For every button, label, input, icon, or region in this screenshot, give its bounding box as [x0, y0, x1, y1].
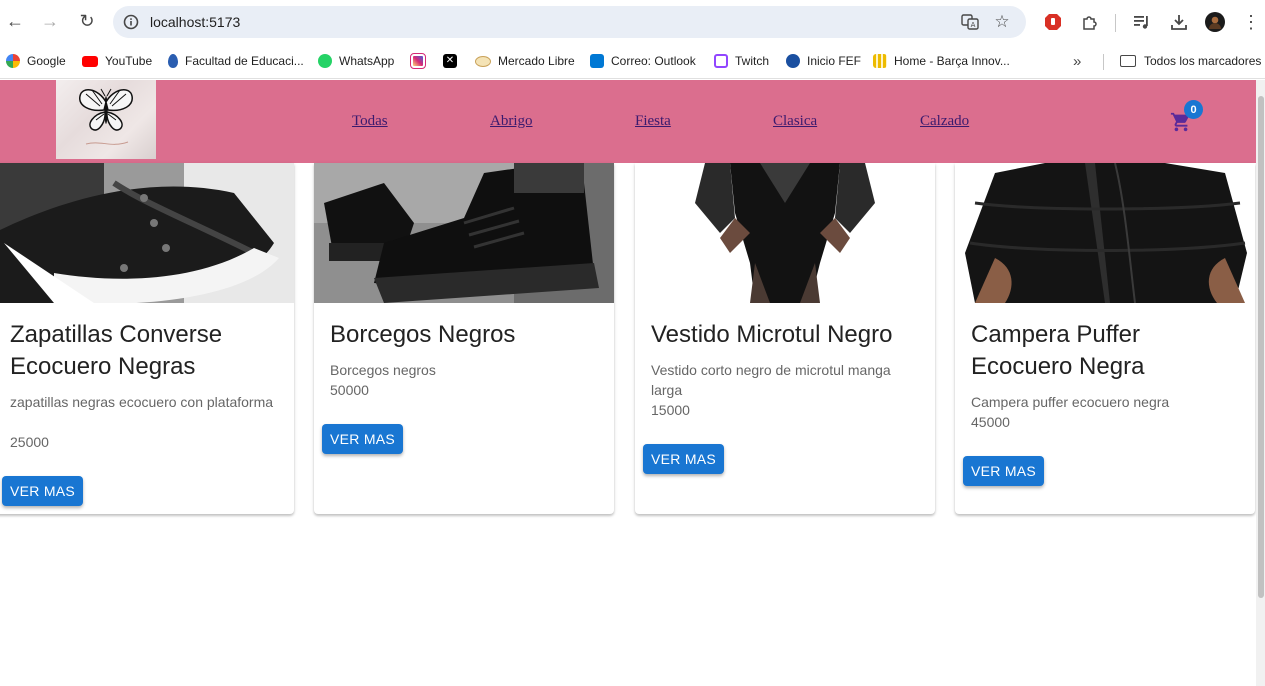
bookmark-label: Home - Barça Innov... — [894, 54, 1010, 68]
bookmark-outlook[interactable]: Correo: Outlook — [590, 52, 696, 70]
bookmark-label: Correo: Outlook — [611, 54, 696, 68]
x-icon: ✕ — [443, 54, 457, 68]
google-icon — [6, 54, 20, 68]
folder-icon — [1120, 55, 1136, 67]
bookmark-fef[interactable]: Inicio FEF — [786, 52, 861, 70]
shield-icon — [786, 54, 800, 68]
bookmark-label: Facultad de Educaci... — [185, 54, 304, 68]
bookmark-whatsapp[interactable]: WhatsApp — [318, 52, 394, 70]
butterfly-logo[interactable] — [56, 80, 156, 159]
outlook-icon — [590, 54, 604, 68]
nav-link-abrigo[interactable]: Abrigo — [490, 113, 533, 130]
profile-avatar[interactable] — [1204, 11, 1226, 33]
product-price: 50000 — [330, 382, 369, 398]
nav-link-clasica[interactable]: Clasica — [773, 113, 817, 130]
bookmark-google[interactable]: Google — [6, 52, 66, 70]
product-image-sneakers[interactable] — [0, 163, 294, 303]
bookmark-mercadolibre[interactable]: Mercado Libre — [475, 52, 575, 70]
product-image-dress[interactable] — [635, 163, 935, 303]
ver-mas-button[interactable]: VER MAS — [643, 444, 724, 474]
product-description: Borcegos negros — [330, 362, 436, 378]
product-title: Campera Puffer Ecocuero Negra — [971, 321, 1145, 380]
bookmark-facultad[interactable]: Facultad de Educaci... — [168, 52, 304, 70]
ver-mas-button[interactable]: VER MAS — [322, 424, 403, 454]
download-icon[interactable] — [1168, 11, 1190, 33]
browser-toolbar: ← → ↻ localhost:5173 A ☆ ⋮ — [0, 0, 1265, 44]
extensions-puzzle-icon[interactable] — [1079, 11, 1101, 33]
forward-icon[interactable]: → — [39, 10, 61, 32]
bookmark-youtube[interactable]: YouTube — [82, 52, 152, 70]
nav-link-todas[interactable]: Todas — [352, 113, 388, 130]
nav-link-calzado[interactable]: Calzado — [920, 113, 969, 130]
scrollbar-thumb[interactable] — [1258, 96, 1264, 598]
svg-text:A: A — [971, 21, 976, 29]
product-description: Vestido corto negro de microtul manga la… — [651, 362, 891, 398]
product-card: Campera Puffer Ecocuero Negra Campera pu… — [955, 163, 1255, 514]
all-bookmarks-folder[interactable]: Todos los marcadores — [1120, 52, 1261, 70]
bookmarks-divider — [1103, 54, 1104, 70]
cart-count-badge: 0 — [1184, 100, 1203, 119]
more-bookmarks-chevron-icon[interactable]: » — [1073, 52, 1081, 70]
bookmark-x[interactable]: ✕ — [443, 52, 464, 70]
bookmark-twitch[interactable]: Twitch — [714, 52, 769, 70]
menu-kebab-icon[interactable]: ⋮ — [1240, 11, 1262, 33]
bookmark-label: Twitch — [735, 54, 770, 68]
product-price: 15000 — [651, 402, 690, 418]
product-image-puffer[interactable] — [955, 163, 1255, 303]
twitch-icon — [714, 54, 728, 68]
ver-mas-button[interactable]: VER MAS — [963, 456, 1044, 486]
address-bar[interactable]: localhost:5173 A ☆ — [113, 6, 1026, 38]
drop-icon — [168, 54, 178, 68]
product-price: 25000 — [10, 434, 49, 450]
product-title: Borcegos Negros — [330, 321, 516, 348]
handshake-icon — [475, 55, 491, 67]
whatsapp-icon — [318, 54, 332, 68]
bookmark-instagram[interactable] — [410, 52, 432, 70]
product-card: Vestido Microtul Negro Vestido corto neg… — [635, 163, 935, 514]
bookmark-label: Mercado Libre — [498, 54, 575, 68]
bookmarks-bar: Google YouTube Facultad de Educaci... Wh… — [0, 44, 1265, 79]
bookmark-label: Todos los marcadores — [1144, 54, 1262, 68]
product-description: zapatillas negras ecocuero con plataform… — [10, 394, 274, 410]
ver-mas-button[interactable]: VER MAS — [2, 476, 83, 506]
product-description: Campera puffer ecocuero negra — [971, 394, 1170, 410]
bookmark-barca[interactable]: Home - Barça Innov... — [873, 52, 1010, 70]
bookmark-star-icon[interactable]: ☆ — [992, 12, 1012, 32]
reload-icon[interactable]: ↻ — [76, 10, 98, 32]
translate-icon[interactable]: A — [960, 12, 980, 32]
product-title: Zapatillas Converse Ecocuero Negras — [10, 321, 223, 380]
nav-link-fiesta[interactable]: Fiesta — [635, 113, 671, 130]
media-control-icon[interactable] — [1131, 11, 1153, 33]
bookmark-label: YouTube — [105, 54, 153, 68]
site-header: Todas Abrigo Fiesta Clasica Calzado — [0, 80, 1256, 163]
product-card: Borcegos Negros Borcegos negros 50000 VE… — [314, 163, 614, 514]
bookmark-label: WhatsApp — [339, 54, 395, 68]
url-text: localhost:5173 — [150, 14, 241, 30]
youtube-icon — [82, 55, 98, 67]
barca-icon — [873, 54, 887, 68]
product-card: Zapatillas Converse Ecocuero Negras zapa… — [0, 163, 294, 514]
toolbar-divider — [1115, 14, 1116, 32]
product-title: Vestido Microtul Negro — [651, 321, 893, 348]
site-info-icon[interactable] — [121, 12, 141, 32]
extension-stop-icon[interactable] — [1042, 11, 1064, 33]
back-icon[interactable]: ← — [4, 10, 26, 32]
bookmark-label: Google — [27, 54, 66, 68]
bookmark-label: Inicio FEF — [807, 54, 862, 68]
product-image-boots[interactable] — [314, 163, 614, 303]
product-price: 45000 — [971, 414, 1010, 430]
instagram-icon — [410, 53, 426, 69]
